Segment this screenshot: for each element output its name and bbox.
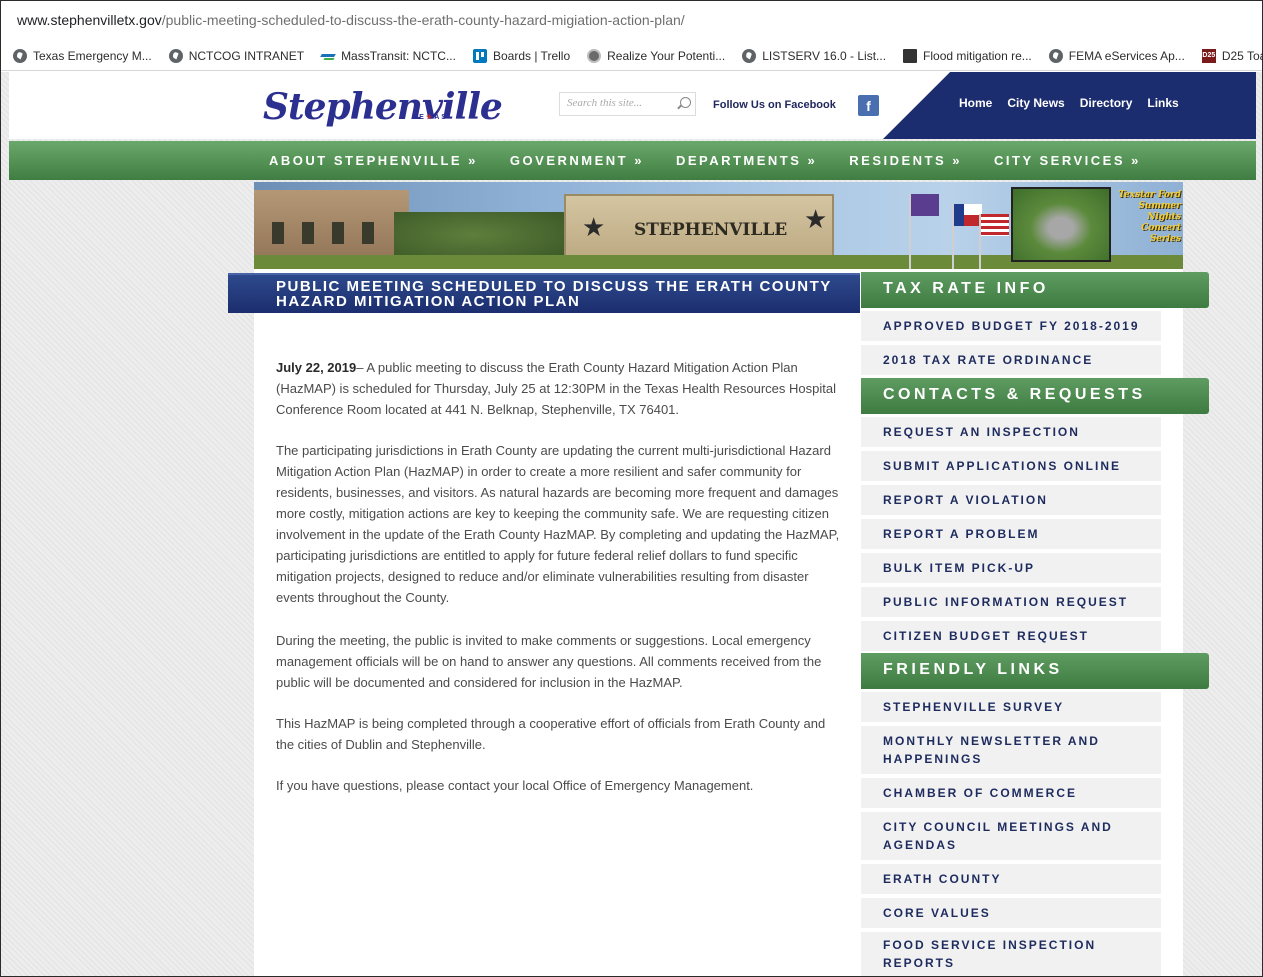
sidebar-link-stephenville-survey[interactable]: STEPHENVILLE SURVEY	[861, 692, 1161, 722]
url-path: /public-meeting-scheduled-to-discuss-the…	[161, 12, 685, 28]
masstransit-icon	[321, 49, 335, 63]
purple-flag-icon	[911, 194, 939, 216]
globe-icon	[13, 48, 27, 63]
texas-flag-icon	[954, 204, 982, 226]
search-input[interactable]: Search this site...	[559, 92, 696, 116]
address-bar[interactable]: www.stephenvilletx.gov/public-meeting-sc…	[1, 1, 1262, 41]
bookmark-label: LISTSERV 16.0 - List...	[762, 48, 887, 63]
us-flag-icon	[981, 214, 1009, 236]
sidebar-link-city-council[interactable]: CITY COUNCIL MEETINGS AND AGENDAS	[861, 812, 1161, 860]
bookmark-label: Texas Emergency M...	[33, 48, 152, 63]
nav-city-services[interactable]: CITY SERVICES »	[994, 153, 1141, 168]
top-nav-directory[interactable]: Directory	[1080, 96, 1133, 110]
bookmark-nctcog-intranet[interactable]: NCTCOG INTRANET	[168, 48, 305, 63]
banner-window	[362, 222, 374, 244]
banner-window	[332, 222, 344, 244]
sidebar-heading-tax-rate: TAX RATE INFO	[861, 272, 1209, 308]
follow-facebook-link[interactable]: Follow Us on Facebook	[713, 99, 836, 111]
header-banner: ★ ★ STEPHENVILLE Texstar Ford Summer Nig…	[254, 182, 1183, 269]
sidebar-link-monthly-newsletter[interactable]: MONTHLY NEWSLETTER AND HAPPENINGS	[861, 726, 1161, 774]
top-nav: Home City News Directory Links	[959, 96, 1179, 110]
bookmark-texas-emergency[interactable]: Texas Emergency M...	[13, 48, 152, 63]
nav-residents[interactable]: RESIDENTS »	[849, 153, 962, 168]
sidebar-link-request-inspection[interactable]: REQUEST AN INSPECTION	[861, 417, 1161, 447]
article-paragraph: During the meeting, the public is invite…	[276, 633, 822, 690]
bookmarks-bar: Texas Emergency M... NCTCOG INTRANET Mas…	[1, 41, 1262, 71]
globe-icon	[1048, 48, 1063, 63]
bookmark-label: D25 Toastma	[1221, 48, 1262, 63]
bookmark-fema-eservices[interactable]: FEMA eServices Ap...	[1048, 48, 1185, 63]
sidebar-heading-contacts: CONTACTS & REQUESTS	[861, 378, 1209, 414]
nav-about-stephenville[interactable]: ABOUT STEPHENVILLE »	[269, 153, 478, 168]
bookmark-label: MassTransit: NCTC...	[341, 48, 456, 63]
concert-crowd-photo	[1011, 187, 1111, 262]
article-paragraph: July 22, 2019– A public meeting to discu…	[276, 360, 836, 417]
sidebar-link-approved-budget[interactable]: APPROVED BUDGET FY 2018-2019	[861, 311, 1161, 341]
nav-departments[interactable]: DEPARTMENTS »	[676, 153, 817, 168]
sidebar-link-tax-rate-ordinance[interactable]: 2018 TAX RATE ORDINANCE	[861, 345, 1161, 375]
search-icon[interactable]	[680, 97, 691, 108]
main-nav: ABOUT STEPHENVILLE » GOVERNMENT » DEPART…	[9, 141, 1256, 180]
article-paragraph: If you have questions, please contact yo…	[276, 778, 754, 793]
sidebar-link-citizen-budget[interactable]: CITIZEN BUDGET REQUEST	[861, 621, 1161, 651]
top-nav-links[interactable]: Links	[1147, 96, 1178, 110]
article-paragraph: This HazMAP is being completed through a…	[276, 716, 826, 752]
star-icon: ★	[804, 204, 828, 234]
bookmark-flood-mitigation[interactable]: Flood mitigation re...	[903, 48, 1032, 63]
article-date: July 22, 2019	[276, 360, 357, 375]
trello-icon	[472, 48, 487, 63]
facebook-icon[interactable]: f	[858, 95, 879, 116]
site-logo[interactable]: Stephenville	[263, 86, 503, 128]
sidebar-link-food-service-inspection[interactable]: FOOD SERVICE INSPECTION REPORTS	[861, 932, 1161, 976]
sidebar-link-public-information[interactable]: PUBLIC INFORMATION REQUEST	[861, 587, 1161, 617]
nav-government[interactable]: GOVERNMENT »	[510, 153, 644, 168]
globe-icon	[742, 48, 757, 63]
document-icon	[903, 48, 918, 63]
texas-star-icon: ★	[425, 114, 435, 121]
bookmark-label: Realize Your Potenti...	[607, 48, 726, 63]
bookmark-listserv[interactable]: LISTSERV 16.0 - List...	[742, 48, 887, 63]
concert-series-text: Texstar Ford Summer Nights Concert Serie…	[1118, 190, 1181, 244]
bookmark-label: FEMA eServices Ap...	[1068, 48, 1185, 63]
sidebar-link-report-problem[interactable]: REPORT A PROBLEM	[861, 519, 1161, 549]
bookmark-label: Flood mitigation re...	[923, 48, 1032, 63]
browser-window: www.stephenvilletx.gov/public-meeting-sc…	[0, 0, 1263, 977]
top-nav-city-news[interactable]: City News	[1007, 96, 1064, 110]
banner-city-sign: STEPHENVILLE	[634, 220, 788, 240]
top-nav-home[interactable]: Home	[959, 96, 992, 110]
bookmark-realize-potential[interactable]: Realize Your Potenti...	[587, 48, 726, 63]
sidebar-link-report-violation[interactable]: REPORT A VIOLATION	[861, 485, 1161, 515]
bookmark-label: Boards | Trello	[492, 48, 571, 63]
bookmark-masstransit[interactable]: MassTransit: NCTC...	[321, 49, 456, 63]
star-icon: ★	[582, 212, 606, 242]
article-paragraph: The participating jurisdictions in Erath…	[276, 443, 840, 605]
sidebar-link-chamber-of-commerce[interactable]: CHAMBER OF COMMERCE	[861, 778, 1161, 808]
sidebar-link-erath-county[interactable]: ERATH COUNTY	[861, 864, 1161, 894]
page-title: Public Meeting Scheduled to Discuss the …	[228, 273, 860, 313]
bookmark-label: NCTCOG INTRANET	[188, 48, 305, 63]
bookmark-d25-toastmasters[interactable]: D25 D25 Toastma	[1201, 48, 1262, 63]
orb-icon	[587, 48, 602, 63]
globe-icon	[168, 48, 183, 63]
url-domain: www.stephenvilletx.gov	[17, 12, 162, 28]
sidebar-heading-friendly-links: FRIENDLY LINKS	[861, 653, 1209, 689]
sidebar-link-core-values[interactable]: CORE VALUES	[861, 898, 1161, 928]
banner-window	[302, 222, 314, 244]
banner-window	[272, 222, 284, 244]
sidebar-link-bulk-item-pickup[interactable]: BULK ITEM PICK-UP	[861, 553, 1161, 583]
bookmark-trello[interactable]: Boards | Trello	[472, 48, 571, 63]
logo-texas-subtitle: TE★AS	[413, 114, 448, 121]
d25-icon: D25	[1201, 48, 1216, 63]
sidebar-link-submit-applications[interactable]: SUBMIT APPLICATIONS ONLINE	[861, 451, 1161, 481]
